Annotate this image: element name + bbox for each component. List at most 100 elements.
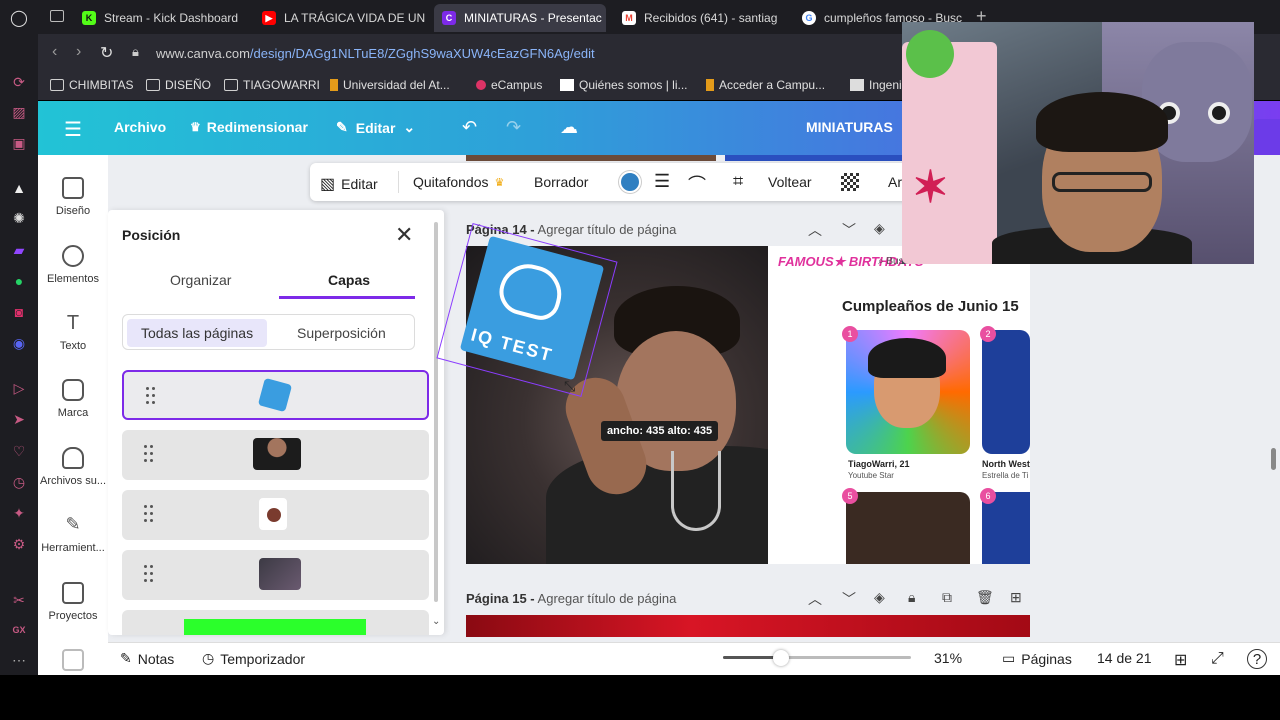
history-icon[interactable]: ⟳	[9, 72, 29, 92]
delete-page-icon[interactable]: 🗑︎	[976, 589, 994, 606]
hide-page-icon[interactable]: ◈	[874, 220, 885, 237]
settings-icon[interactable]: ⚙	[9, 534, 29, 554]
tab-workspace-icon[interactable]	[50, 10, 64, 22]
rail-texto[interactable]: T Texto	[38, 312, 108, 352]
page-up-icon[interactable]: ︿	[808, 220, 822, 240]
transparency-icon[interactable]	[841, 173, 859, 191]
rail-marca[interactable]: Marca	[38, 379, 108, 419]
chatgpt-icon[interactable]: ✺	[9, 208, 29, 228]
redimensionar-button[interactable]: ♛ Redimensionar	[190, 119, 308, 135]
aria-icon[interactable]: ▲	[9, 178, 29, 198]
voltear-button[interactable]: Voltear	[768, 174, 812, 190]
redo-icon[interactable]: ↷	[506, 117, 521, 138]
drag-handle-icon[interactable]	[144, 565, 154, 583]
drag-handle-icon[interactable]	[146, 387, 156, 405]
rail-archivos-subidos[interactable]: Archivos su...	[38, 447, 108, 487]
whatsapp-icon[interactable]: ●	[9, 271, 29, 291]
share-button[interactable]	[1252, 119, 1280, 155]
layer-item[interactable]	[122, 610, 429, 635]
tab-organizar[interactable]: Organizar	[170, 272, 231, 288]
tab-canva[interactable]: C MINIATURAS - Presentac	[434, 4, 606, 32]
lock-page-icon[interactable]: 🔒︎	[908, 589, 915, 606]
rail-proyectos[interactable]: Proyectos	[38, 582, 108, 622]
rail-elementos[interactable]: Elementos	[38, 245, 108, 285]
bookmark-universidad[interactable]: Universidad del At...	[330, 78, 450, 92]
gx-icon[interactable]: GX	[9, 620, 29, 640]
design-title[interactable]: MINIATURAS	[806, 119, 893, 135]
page-down-icon[interactable]: ﹀	[842, 589, 856, 609]
edit-image-button[interactable]: ▧ Editar	[320, 174, 378, 194]
layer-item[interactable]	[122, 490, 429, 540]
close-icon[interactable]: ✕	[395, 222, 413, 248]
help-icon[interactable]: ?	[1247, 649, 1267, 669]
tab-youtube[interactable]: ▶ LA TRÁGICA VIDA DE UN	[262, 4, 432, 32]
drag-handle-icon[interactable]	[144, 445, 154, 463]
quitafondos-button[interactable]: Quitafondos ♛	[413, 174, 504, 190]
layer-item[interactable]	[122, 430, 429, 480]
tab-kick[interactable]: K Stream - Kick Dashboard	[82, 4, 262, 32]
pill-all-pages[interactable]: Todas las páginas	[127, 319, 268, 347]
extensions-icon[interactable]: ✦	[9, 503, 29, 523]
hide-page-icon[interactable]: ◈	[874, 589, 885, 606]
discord-icon[interactable]: ◉	[9, 333, 29, 353]
bookmark-ecampus[interactable]: eCampus	[476, 78, 542, 92]
famous-birthdays-screenshot[interactable]: FAMOUS★ BIRTHDAYS ⌕ Buscar Cumpleaños de…	[768, 246, 1030, 564]
zoom-slider-knob[interactable]	[773, 650, 790, 666]
twitch-icon[interactable]: ▰	[9, 240, 29, 260]
page-up-icon[interactable]: ︿	[808, 589, 822, 609]
zoom-level[interactable]: 31%	[934, 650, 962, 666]
fullscreen-icon[interactable]: ⤢	[1211, 650, 1224, 668]
duplicate-page-icon[interactable]: ⧉	[942, 589, 952, 606]
menu-icon[interactable]: ☰	[64, 117, 82, 142]
clock-icon[interactable]: ◷	[9, 472, 29, 492]
bookmark-diseno[interactable]: DISEÑO	[146, 78, 211, 92]
archivo-button[interactable]: Archivo	[114, 119, 166, 135]
tab-gmail[interactable]: M Recibidos (641) - santiag	[622, 4, 800, 32]
add-page-icon[interactable]: ⊞	[1010, 589, 1022, 606]
messenger-icon[interactable]: ▣	[9, 133, 29, 153]
page-15-canvas[interactable]	[466, 615, 1030, 637]
editar-menu-button[interactable]: ✎ Editar ⌄	[336, 119, 415, 136]
undo-icon[interactable]: ↶	[462, 117, 477, 138]
rail-apps[interactable]	[38, 649, 108, 677]
page-down-icon[interactable]: ﹀	[842, 220, 856, 240]
crop-icon[interactable]: ⌗	[733, 171, 743, 192]
bookmark-chimbitas[interactable]: CHIMBITAS	[50, 78, 133, 92]
more-toolbar-button[interactable]: Ar	[888, 174, 902, 190]
tab-capas[interactable]: Capas	[328, 272, 370, 288]
drag-handle-icon[interactable]	[144, 505, 154, 523]
borrador-button[interactable]: Borrador	[534, 174, 588, 190]
cloud-sync-icon[interactable]: ☁	[560, 117, 578, 138]
reload-icon[interactable]: ↻	[100, 43, 113, 63]
back-icon[interactable]: ‹	[52, 43, 57, 61]
layer-item[interactable]	[122, 550, 429, 600]
temporizador-button[interactable]: ◷ Temporizador	[202, 650, 305, 667]
bookmark-ingeni[interactable]: Ingeni	[850, 78, 902, 92]
zoom-slider[interactable]	[723, 650, 911, 666]
panel-scrollbar[interactable]	[434, 222, 438, 602]
scroll-down-icon[interactable]: ⌄	[432, 616, 440, 627]
page-scrollbar[interactable]	[1271, 448, 1276, 470]
pill-overlay[interactable]: Superposición	[283, 319, 400, 347]
heart-icon[interactable]: ♡	[9, 441, 29, 461]
rail-diseno[interactable]: Diseño	[38, 177, 108, 217]
page-15-title[interactable]: Página 15 - Agregar título de página	[466, 591, 676, 606]
url-field[interactable]: www.canva.com/design/DAGg1NLTuE8/ZGghS9w…	[156, 46, 595, 61]
send-icon[interactable]: ➤	[9, 409, 29, 429]
tools-icon[interactable]: ✂	[9, 590, 29, 610]
player-icon[interactable]: ▷	[9, 378, 29, 398]
grid-view-icon[interactable]: ⊞	[1174, 650, 1187, 670]
rail-herramientas[interactable]: ✎ Herramient...	[38, 514, 108, 554]
pinboard-icon[interactable]: ▨	[9, 102, 29, 122]
instagram-icon[interactable]: ◙	[9, 302, 29, 322]
bookmark-acceder-campus[interactable]: Acceder a Campu...	[706, 78, 825, 92]
border-style-icon[interactable]: ☰	[654, 171, 670, 192]
bookmark-tiagowarri[interactable]: TIAGOWARRI	[224, 78, 320, 92]
forward-icon[interactable]: ›	[76, 43, 81, 61]
more-icon[interactable]: ⋯	[9, 650, 29, 670]
layer-item[interactable]	[122, 370, 429, 420]
color-swatch[interactable]	[619, 171, 641, 193]
bookmark-quienes-somos[interactable]: Quiénes somos | li...	[560, 78, 688, 92]
opera-logo-icon[interactable]: ◯	[9, 8, 29, 28]
paginas-button[interactable]: ▭ Páginas	[1002, 650, 1072, 667]
